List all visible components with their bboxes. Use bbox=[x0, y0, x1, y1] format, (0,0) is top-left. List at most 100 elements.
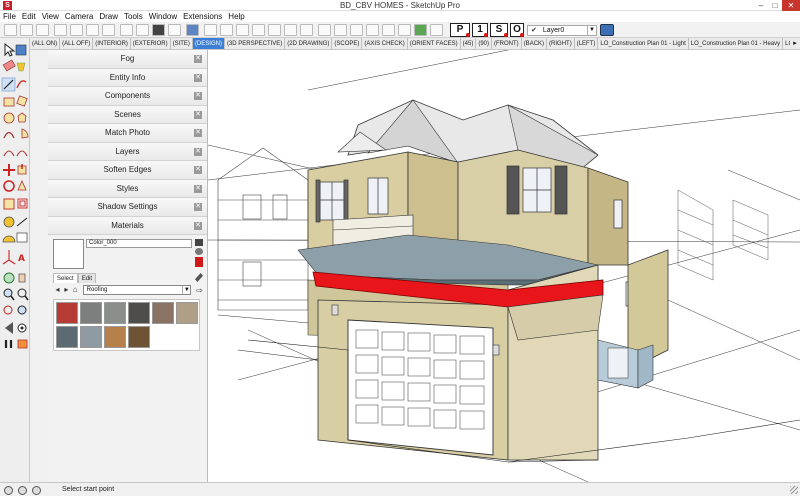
text-tool-icon[interactable] bbox=[16, 232, 28, 243]
pan-tool-icon[interactable] bbox=[18, 273, 26, 283]
rotated-rectangle-icon[interactable] bbox=[16, 95, 28, 107]
tab-45[interactable]: (45) bbox=[461, 38, 477, 49]
orbit-icon[interactable] bbox=[136, 24, 149, 36]
material-swatch[interactable] bbox=[80, 326, 102, 348]
select-icon[interactable] bbox=[4, 24, 17, 36]
home-icon[interactable]: ⌂ bbox=[71, 285, 80, 295]
house-model[interactable] bbox=[208, 50, 800, 482]
pie-tool-icon[interactable] bbox=[21, 128, 29, 139]
three-point-arc-icon[interactable] bbox=[3, 150, 15, 157]
tab-right[interactable]: (RIGHT) bbox=[547, 38, 575, 49]
material-swatch[interactable] bbox=[80, 302, 102, 324]
plugin-p-icon[interactable]: P bbox=[450, 23, 470, 37]
default-material-icon[interactable] bbox=[195, 257, 203, 267]
maximize-icon[interactable]: □ bbox=[768, 0, 782, 11]
tab-back[interactable]: (BACK) bbox=[522, 38, 548, 49]
tab-edit[interactable]: Edit bbox=[77, 273, 97, 283]
zoom-icon[interactable] bbox=[186, 24, 199, 36]
material-swatch[interactable] bbox=[176, 302, 198, 324]
material-preview[interactable] bbox=[53, 239, 84, 269]
credits-icon[interactable] bbox=[18, 486, 27, 495]
zoom-window-icon[interactable] bbox=[17, 288, 29, 301]
menu-help[interactable]: Help bbox=[225, 11, 247, 22]
plugin-s-icon[interactable]: S bbox=[490, 23, 508, 37]
tray-match-photo[interactable]: Match Photo ✕ bbox=[48, 124, 207, 143]
section-plane-tool-icon[interactable] bbox=[17, 339, 28, 349]
sample-paint-icon[interactable] bbox=[195, 273, 203, 282]
tab-lo-plan-heavy[interactable]: LO_Construction Plan 01 - Heavy bbox=[689, 38, 784, 49]
arc-tool-icon[interactable] bbox=[3, 131, 15, 139]
menu-window[interactable]: Window bbox=[146, 11, 180, 22]
section-plane-icon[interactable] bbox=[414, 24, 427, 36]
tab-3d-perspective[interactable]: (3D PERSPECTIVE) bbox=[225, 38, 286, 49]
polygon-tool-icon[interactable] bbox=[17, 112, 27, 123]
tray-soften-edges[interactable]: Soften Edges ✕ bbox=[48, 161, 207, 180]
tab-left[interactable]: (LEFT) bbox=[575, 38, 599, 49]
offset-tool-icon[interactable] bbox=[17, 198, 28, 209]
tray-scenes[interactable]: Scenes ✕ bbox=[48, 105, 207, 124]
textured-icon[interactable] bbox=[382, 24, 395, 36]
plugin-1-icon[interactable]: 1 bbox=[472, 23, 488, 37]
section-cut-icon[interactable] bbox=[430, 24, 443, 36]
tab-2d-drawing[interactable]: (2D DRAWING) bbox=[285, 38, 333, 49]
rotate-tool-icon[interactable] bbox=[3, 180, 15, 192]
menu-draw[interactable]: Draw bbox=[96, 11, 121, 22]
orbit-tool-icon[interactable] bbox=[3, 272, 15, 284]
collection-select[interactable]: Roofing ▼ bbox=[82, 285, 192, 295]
material-swatch[interactable] bbox=[56, 326, 78, 348]
tray-close-icon[interactable]: ✕ bbox=[194, 110, 202, 119]
hidden-line-icon[interactable] bbox=[350, 24, 363, 36]
two-point-arc-icon[interactable] bbox=[16, 150, 28, 157]
material-swatch[interactable] bbox=[56, 302, 78, 324]
look-around-icon[interactable] bbox=[17, 323, 27, 333]
create-material-icon[interactable] bbox=[195, 248, 203, 255]
freehand-tool-icon[interactable] bbox=[16, 80, 27, 89]
zoom-extents-tool-icon[interactable] bbox=[3, 305, 13, 315]
tab-front[interactable]: (FRONT) bbox=[492, 38, 522, 49]
tray-close-icon[interactable]: ✕ bbox=[194, 92, 202, 100]
3d-text-icon[interactable]: A bbox=[18, 254, 25, 264]
iso-view-icon[interactable] bbox=[220, 24, 233, 36]
paste-icon[interactable] bbox=[102, 24, 115, 36]
select-tool-icon[interactable] bbox=[4, 42, 16, 57]
zoom-tool-icon[interactable] bbox=[3, 288, 15, 301]
layer-manager-icon[interactable] bbox=[600, 24, 614, 36]
protractor-icon[interactable] bbox=[2, 235, 16, 243]
tab-90[interactable]: (90) bbox=[476, 38, 493, 49]
circle-tool-icon[interactable] bbox=[3, 112, 15, 124]
menu-edit[interactable]: Edit bbox=[19, 11, 39, 22]
copy-icon[interactable] bbox=[86, 24, 99, 36]
axes-icon[interactable] bbox=[168, 24, 181, 36]
menu-camera[interactable]: Camera bbox=[62, 11, 96, 22]
previous-view-icon[interactable] bbox=[17, 305, 27, 315]
follow-me-icon[interactable] bbox=[17, 180, 27, 191]
left-view-icon[interactable] bbox=[300, 24, 313, 36]
tab-design[interactable]: (DESIGN) bbox=[192, 38, 225, 49]
close-icon[interactable]: ✕ bbox=[782, 0, 800, 11]
chevron-down-icon[interactable]: ▼ bbox=[587, 26, 596, 35]
save-icon[interactable] bbox=[36, 24, 49, 36]
back-icon[interactable]: ◂ bbox=[53, 285, 62, 295]
menu-file[interactable]: File bbox=[0, 11, 19, 22]
xray-icon[interactable] bbox=[318, 24, 331, 36]
menu-tools[interactable]: Tools bbox=[121, 11, 146, 22]
tray-shadow-settings[interactable]: Shadow Settings ✕ bbox=[48, 198, 207, 217]
menu-extensions[interactable]: Extensions bbox=[180, 11, 225, 22]
material-swatch[interactable] bbox=[104, 302, 126, 324]
drawing-area[interactable] bbox=[208, 50, 800, 482]
tab-scope[interactable]: (SCOPE) bbox=[332, 38, 363, 49]
back-view-icon[interactable] bbox=[284, 24, 297, 36]
top-view-icon[interactable] bbox=[236, 24, 249, 36]
tray-materials[interactable]: Materials ✕ bbox=[48, 216, 207, 235]
details-icon[interactable]: ⇨ bbox=[196, 286, 203, 295]
scene-tabs-scroll-icon[interactable]: ▸ bbox=[790, 38, 800, 49]
tray-close-icon[interactable]: ✕ bbox=[194, 221, 202, 230]
layer-select[interactable]: ✔ Layer0 ▼ bbox=[527, 25, 597, 36]
tray-layers[interactable]: Layers ✕ bbox=[48, 142, 207, 161]
text-icon[interactable] bbox=[152, 24, 165, 36]
shaded-icon[interactable] bbox=[366, 24, 379, 36]
cut-icon[interactable] bbox=[70, 24, 83, 36]
front-view-icon[interactable] bbox=[252, 24, 265, 36]
tray-fog[interactable]: Fog ✕ bbox=[48, 50, 207, 69]
geo-location-icon[interactable] bbox=[4, 486, 13, 495]
